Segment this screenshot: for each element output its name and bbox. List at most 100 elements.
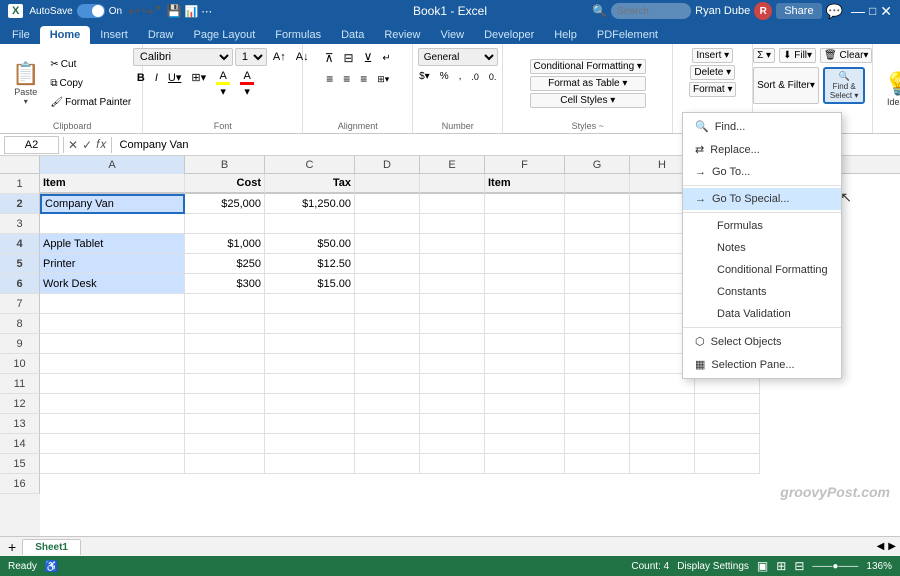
- tab-formulas[interactable]: Formulas: [265, 26, 331, 44]
- cell-g5[interactable]: [565, 254, 630, 274]
- cell-d1[interactable]: [355, 174, 420, 194]
- display-settings-button[interactable]: Display Settings: [677, 561, 749, 572]
- sort-filter-button[interactable]: Sort & Filter▾: [753, 67, 819, 104]
- cell-e1[interactable]: [420, 174, 485, 194]
- tab-developer[interactable]: Developer: [474, 26, 544, 44]
- menu-item-gotospecial[interactable]: → Go To Special...: [683, 188, 841, 210]
- search-input[interactable]: [611, 3, 691, 19]
- fill-button[interactable]: ⬇ Fill▾: [779, 48, 816, 63]
- row-num-12[interactable]: 12: [0, 394, 40, 414]
- sheet-tab-sheet1[interactable]: Sheet1: [22, 539, 81, 555]
- cell-f2[interactable]: [485, 194, 565, 214]
- tab-help[interactable]: Help: [544, 26, 587, 44]
- cell-d2[interactable]: [355, 194, 420, 214]
- cancel-formula-icon[interactable]: ✕: [68, 138, 78, 152]
- row-num-2[interactable]: 2: [0, 194, 40, 214]
- cell-a5[interactable]: Printer: [40, 254, 185, 274]
- cell-a6[interactable]: Work Desk: [40, 274, 185, 294]
- row-num-13[interactable]: 13: [0, 414, 40, 434]
- clear-button[interactable]: 🗑 Clear▾: [820, 48, 872, 63]
- search-icon[interactable]: 🔍: [592, 4, 607, 18]
- row-num-1[interactable]: 1: [0, 174, 40, 194]
- user-avatar[interactable]: R: [754, 2, 772, 20]
- menu-item-goto[interactable]: → Go To...: [683, 161, 841, 183]
- scroll-left-icon[interactable]: ◀: [877, 541, 885, 552]
- decrease-decimal-button[interactable]: 0.: [485, 68, 501, 85]
- menu-item-conditional-formatting[interactable]: Conditional Formatting: [683, 259, 841, 281]
- cell-e3[interactable]: [420, 214, 485, 234]
- insert-cells-button[interactable]: Insert ▾: [692, 48, 733, 63]
- zoom-slider[interactable]: ——●——: [812, 561, 858, 572]
- insert-function-icon[interactable]: 𝑓𝑥: [96, 137, 106, 152]
- cell-e5[interactable]: [420, 254, 485, 274]
- page-break-view-icon[interactable]: ⊟: [794, 559, 804, 573]
- align-top-button[interactable]: ⊼: [321, 48, 338, 68]
- currency-button[interactable]: $▾: [415, 68, 434, 85]
- font-name-select[interactable]: Calibri: [133, 48, 233, 66]
- cell-f4[interactable]: [485, 234, 565, 254]
- cell-f1[interactable]: Item: [485, 174, 565, 194]
- tab-file[interactable]: File: [2, 26, 40, 44]
- cell-a3[interactable]: [40, 214, 185, 234]
- align-left-button[interactable]: ≡: [322, 69, 337, 89]
- col-header-g[interactable]: G: [565, 156, 630, 174]
- italic-button[interactable]: I: [151, 69, 162, 86]
- increase-decimal-button[interactable]: .0: [467, 68, 483, 85]
- col-header-b[interactable]: B: [185, 156, 265, 174]
- menu-item-data-validation[interactable]: Data Validation: [683, 303, 841, 325]
- cell-c3[interactable]: [265, 214, 355, 234]
- row-num-10[interactable]: 10: [0, 354, 40, 374]
- row-num-3[interactable]: 3: [0, 214, 40, 234]
- cell-f6[interactable]: [485, 274, 565, 294]
- row-num-6[interactable]: 6: [0, 274, 40, 294]
- align-center-button[interactable]: ≡: [339, 69, 354, 89]
- align-bottom-button[interactable]: ⊻: [360, 48, 377, 68]
- col-header-e[interactable]: E: [420, 156, 485, 174]
- col-header-a[interactable]: A: [40, 156, 185, 174]
- cell-b7[interactable]: [185, 294, 265, 314]
- col-header-d[interactable]: D: [355, 156, 420, 174]
- increase-font-button[interactable]: A↑: [269, 49, 290, 66]
- row-num-11[interactable]: 11: [0, 374, 40, 394]
- font-color-button[interactable]: A ▾: [236, 69, 258, 86]
- tab-insert[interactable]: Insert: [90, 26, 138, 44]
- align-middle-button[interactable]: ⊟: [340, 48, 358, 68]
- cell-c7[interactable]: [265, 294, 355, 314]
- cell-g3[interactable]: [565, 214, 630, 234]
- menu-item-selection-pane[interactable]: ▦ Selection Pane...: [683, 353, 841, 376]
- col-header-f[interactable]: F: [485, 156, 565, 174]
- format-cells-button[interactable]: Format ▾: [689, 82, 736, 97]
- cell-g4[interactable]: [565, 234, 630, 254]
- tab-view[interactable]: View: [430, 26, 474, 44]
- fill-color-button[interactable]: A ▾: [212, 69, 234, 86]
- cell-styles-button[interactable]: Cell Styles ▾: [530, 93, 646, 108]
- number-format-select[interactable]: General: [418, 48, 498, 66]
- share-button[interactable]: Share: [776, 3, 821, 19]
- cell-b2[interactable]: $25,000: [185, 194, 265, 214]
- autosave-toggle[interactable]: [77, 4, 105, 18]
- merge-center-button[interactable]: ⊞▾: [373, 69, 393, 89]
- row-num-8[interactable]: 8: [0, 314, 40, 334]
- tab-data[interactable]: Data: [331, 26, 374, 44]
- font-size-select[interactable]: 11: [235, 48, 267, 66]
- undo-icon[interactable]: ↩: [128, 3, 140, 20]
- cell-d3[interactable]: [355, 214, 420, 234]
- paste-button[interactable]: 📋 Paste ▾: [8, 59, 43, 108]
- row-num-7[interactable]: 7: [0, 294, 40, 314]
- normal-view-icon[interactable]: ▣: [757, 559, 768, 573]
- paste-arrow[interactable]: ▾: [24, 97, 28, 106]
- cell-a1[interactable]: Item: [40, 174, 185, 194]
- cell-c2[interactable]: $1,250.00: [265, 194, 355, 214]
- percent-button[interactable]: %: [436, 68, 453, 85]
- cell-b3[interactable]: [185, 214, 265, 234]
- cell-a7[interactable]: [40, 294, 185, 314]
- menu-item-formulas[interactable]: Formulas: [683, 215, 841, 237]
- menu-item-replace[interactable]: ⇄ Replace...: [683, 138, 841, 161]
- col-header-c[interactable]: C: [265, 156, 355, 174]
- bold-button[interactable]: B: [133, 69, 149, 86]
- cell-e6[interactable]: [420, 274, 485, 294]
- menu-item-notes[interactable]: Notes: [683, 237, 841, 259]
- row-num-9[interactable]: 9: [0, 334, 40, 354]
- cell-d5[interactable]: [355, 254, 420, 274]
- more-icon[interactable]: ⋯: [201, 5, 212, 18]
